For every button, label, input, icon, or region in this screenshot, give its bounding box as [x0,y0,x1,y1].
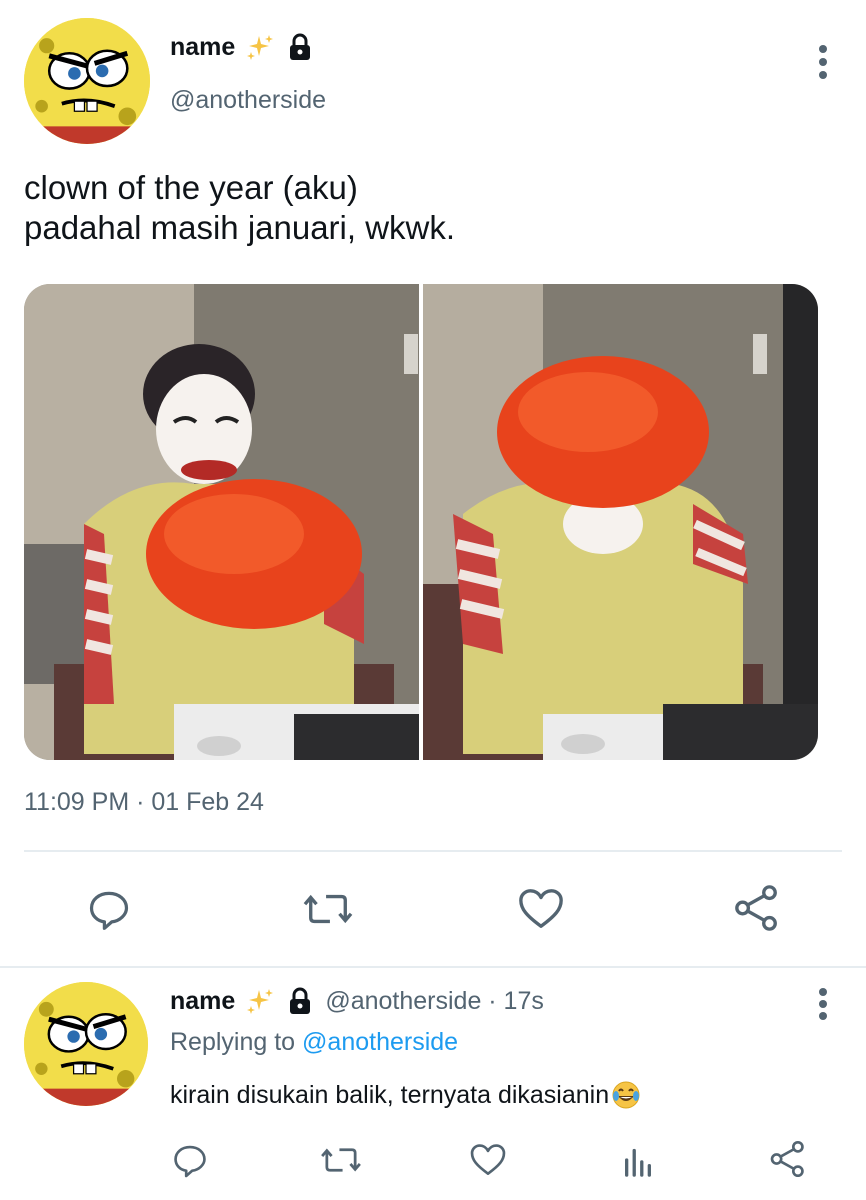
sparkles-icon [245,32,275,62]
reply-text-content: kirain disukain balik, ternyata dikasian… [170,1080,610,1109]
spongebob-avatar-image [24,982,148,1106]
reply-handle-time[interactable]: @anotherside · 17s [325,987,544,1016]
author-name-row: name [170,32,315,62]
lock-icon [285,986,315,1016]
lock-icon [285,32,315,62]
laughing-tears-emoji-icon [611,1080,641,1110]
divider [0,966,866,968]
retweet-icon[interactable] [300,884,356,934]
replying-prefix: Replying to [170,1028,303,1056]
author-avatar[interactable] [24,18,150,144]
reply-author-display-name[interactable]: name [170,987,235,1016]
replying-mention-link[interactable]: @anotherside [302,1028,458,1056]
tweet-timestamp[interactable]: 11:09 PM · 01 Feb 24 [24,788,264,817]
sparkles-icon [245,986,275,1016]
tweet-media[interactable] [24,284,818,760]
reply-icon[interactable] [170,1140,210,1180]
author-display-name[interactable]: name [170,33,235,62]
analytics-icon[interactable] [620,1140,656,1180]
media-photo-1[interactable] [24,284,419,760]
like-icon[interactable] [468,1140,508,1180]
reply-more-options-icon[interactable] [816,986,830,1022]
retweet-icon[interactable] [318,1140,364,1180]
like-icon[interactable] [516,884,566,934]
reply-author-avatar[interactable] [24,982,148,1106]
tweet-text: clown of the year (aku) padahal masih ja… [24,168,455,248]
more-options-icon[interactable] [816,42,830,82]
spongebob-avatar-image [24,18,150,144]
author-handle[interactable]: @anotherside [170,86,326,115]
reply-text: kirain disukain balik, ternyata dikasian… [170,1080,641,1110]
tweet-text-line: padahal masih januari, wkwk. [24,209,456,246]
replying-to: Replying to @anotherside [170,1028,458,1057]
share-icon[interactable] [768,1138,808,1180]
divider [24,850,842,852]
reply-icon[interactable] [84,884,134,934]
media-photo-2[interactable] [423,284,818,760]
reply-header: name @anotherside · 17s [170,986,544,1016]
tweet-text-line: clown of the year (aku) [24,169,358,206]
share-icon[interactable] [732,882,782,934]
